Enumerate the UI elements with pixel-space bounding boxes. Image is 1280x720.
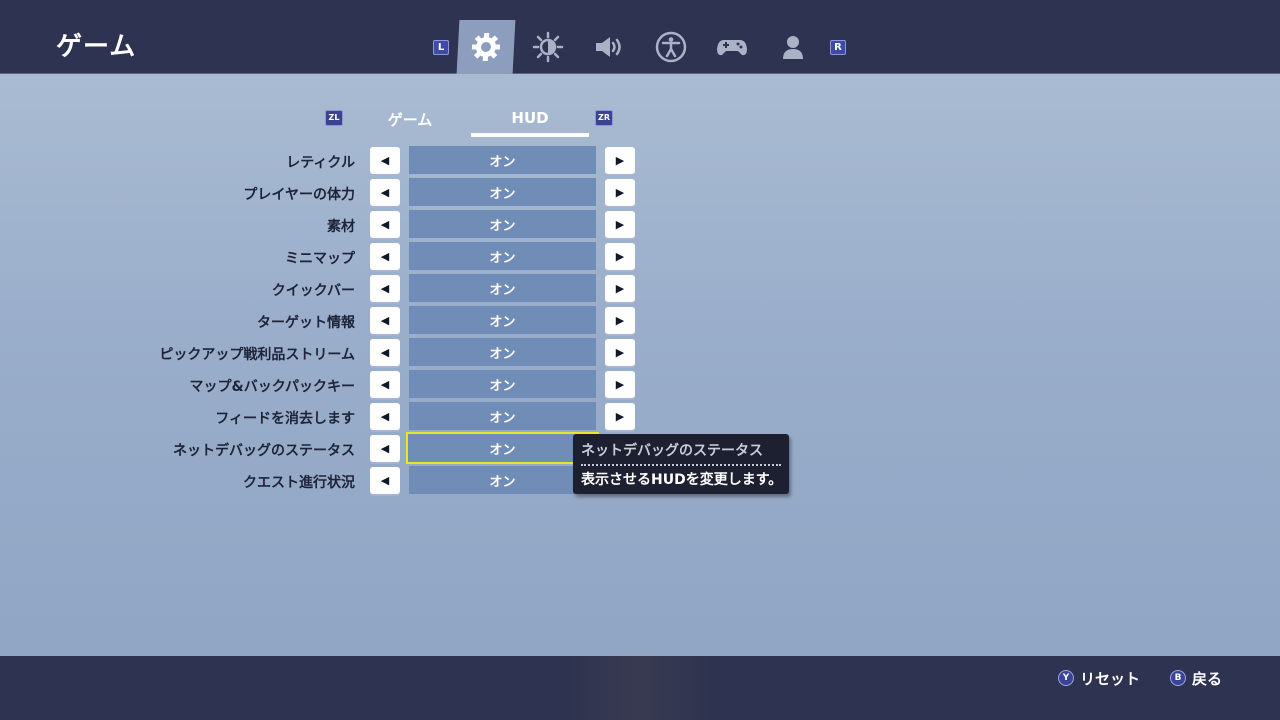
next-option-button[interactable]: ▶ (605, 371, 635, 398)
zr-hint[interactable]: ZR (595, 110, 613, 126)
active-subtab-indicator (471, 133, 589, 137)
setting-value[interactable]: オン (409, 466, 596, 494)
r-shoulder-hint[interactable]: R (830, 40, 846, 55)
prev-option-button[interactable]: ◀ (370, 275, 400, 302)
prev-option-button[interactable]: ◀ (370, 211, 400, 238)
prev-option-button[interactable]: ◀ (370, 147, 400, 174)
tab-accessibility[interactable] (643, 20, 699, 74)
setting-row-player-health: プレイヤーの体力 ◀ オン ▶ (0, 178, 1280, 208)
prev-option-button[interactable]: ◀ (370, 179, 400, 206)
speaker-icon (596, 37, 621, 57)
setting-tooltip: ネットデバッグのステータス 表示させるHUDを変更します。 (573, 434, 789, 494)
background-figure (560, 656, 720, 720)
tooltip-description: 表示させるHUDを変更します。 (581, 472, 783, 488)
setting-label: フィードを消去します (215, 411, 355, 427)
setting-value[interactable]: オン (409, 338, 596, 366)
gear-icon (471, 33, 501, 61)
prev-option-button[interactable]: ◀ (370, 371, 400, 398)
setting-label: 素材 (327, 219, 355, 235)
reset-label: リセット (1080, 669, 1141, 688)
setting-value-selected[interactable]: オン (406, 432, 599, 464)
back-label: 戻る (1192, 669, 1223, 688)
setting-label: レティクル (286, 155, 355, 171)
setting-value[interactable]: オン (409, 146, 596, 174)
user-icon (783, 36, 803, 59)
subtab-game[interactable]: ゲーム (370, 109, 450, 130)
bottom-bar: Y リセット B 戻る (0, 656, 1280, 720)
setting-label: プレイヤーの体力 (243, 187, 355, 203)
setting-value[interactable]: オン (409, 274, 596, 302)
next-option-button[interactable]: ▶ (605, 339, 635, 366)
prev-option-button[interactable]: ◀ (370, 243, 400, 270)
setting-row-minimap: ミニマップ ◀ オン ▶ (0, 242, 1280, 272)
top-bar: ゲーム L R (0, 0, 1280, 74)
setting-label: クエスト進行状況 (243, 475, 355, 491)
l-shoulder-hint[interactable]: L (433, 40, 449, 55)
setting-value[interactable]: オン (409, 402, 596, 430)
tab-account[interactable] (765, 20, 821, 74)
tab-controller[interactable] (704, 20, 760, 74)
setting-value[interactable]: オン (409, 370, 596, 398)
y-button-icon: Y (1058, 670, 1074, 686)
setting-value[interactable]: オン (409, 178, 596, 206)
next-option-button[interactable]: ▶ (605, 307, 635, 334)
setting-row-materials: 素材 ◀ オン ▶ (0, 210, 1280, 240)
setting-value[interactable]: オン (409, 210, 596, 238)
setting-row-quickbar: クイックバー ◀ オン ▶ (0, 274, 1280, 304)
prev-option-button[interactable]: ◀ (370, 403, 400, 430)
setting-label: クイックバー (271, 283, 355, 299)
setting-row-clear-feed: フィードを消去します ◀ オン ▶ (0, 402, 1280, 432)
page-title: ゲーム (56, 32, 137, 62)
setting-label: ターゲット情報 (257, 315, 355, 331)
tab-game-settings[interactable] (456, 20, 516, 74)
reset-button[interactable]: Y リセット (1058, 668, 1140, 688)
tab-audio[interactable] (581, 20, 637, 74)
b-button-icon: B (1170, 670, 1186, 686)
brightness-icon (532, 31, 564, 63)
back-button[interactable]: B 戻る (1170, 668, 1222, 688)
tooltip-title: ネットデバッグのステータス (581, 443, 763, 459)
gamepad-icon (717, 40, 747, 56)
accessibility-icon (655, 31, 687, 63)
prev-option-button[interactable]: ◀ (370, 339, 400, 366)
setting-value[interactable]: オン (409, 242, 596, 270)
next-option-button[interactable]: ▶ (605, 179, 635, 206)
tooltip-divider (581, 464, 781, 466)
next-option-button[interactable]: ▶ (605, 275, 635, 302)
setting-label: マップ&バックパックキー (189, 379, 355, 395)
setting-label: ネットデバッグのステータス (173, 443, 355, 459)
prev-option-button[interactable]: ◀ (370, 467, 400, 494)
setting-row-reticle: レティクル ◀ オン ▶ (0, 146, 1280, 176)
next-option-button[interactable]: ▶ (605, 147, 635, 174)
setting-row-map-backpack-keys: マップ&バックパックキー ◀ オン ▶ (0, 370, 1280, 400)
tab-brightness[interactable] (520, 20, 576, 74)
setting-label: ミニマップ (285, 251, 355, 267)
setting-row-pickup-stream: ピックアップ戦利品ストリーム ◀ オン ▶ (0, 338, 1280, 368)
zl-hint[interactable]: ZL (325, 110, 343, 126)
next-option-button[interactable]: ▶ (605, 403, 635, 430)
setting-label: ピックアップ戦利品ストリーム (159, 347, 355, 363)
setting-value[interactable]: オン (409, 306, 596, 334)
next-option-button[interactable]: ▶ (605, 243, 635, 270)
next-option-button[interactable]: ▶ (605, 211, 635, 238)
prev-option-button[interactable]: ◀ (370, 435, 400, 462)
setting-row-target-info: ターゲット情報 ◀ オン ▶ (0, 306, 1280, 336)
prev-option-button[interactable]: ◀ (370, 307, 400, 334)
subtab-hud[interactable]: HUD (471, 109, 589, 127)
